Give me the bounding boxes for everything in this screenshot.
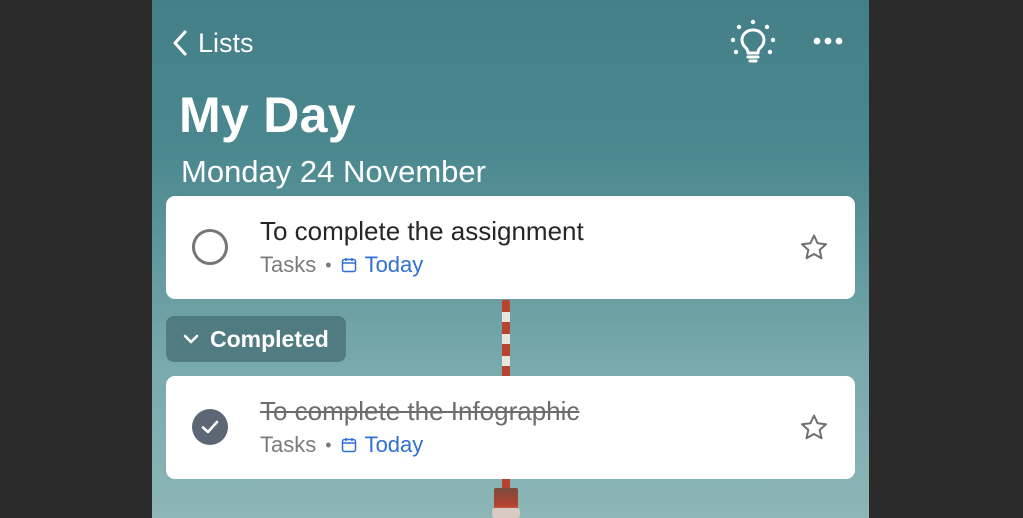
- task-meta: Tasks • Today: [260, 432, 423, 458]
- task-title: To complete the Infographic: [260, 396, 580, 426]
- task-list-name: Tasks: [260, 432, 317, 457]
- star-outline-icon[interactable]: [798, 232, 830, 264]
- calendar-icon: [341, 438, 356, 453]
- task-title: To complete the assignment: [260, 216, 584, 246]
- lightbulb-icon: [730, 19, 776, 63]
- task-meta: Tasks • Today: [260, 252, 423, 278]
- more-horizontal-icon: [813, 37, 843, 45]
- more-options-button[interactable]: [808, 28, 848, 54]
- uncomplete-task-checkbox[interactable]: [192, 409, 228, 445]
- completed-task-card[interactable]: To complete the Infographic Tasks • Toda…: [166, 376, 855, 479]
- chevron-down-icon: [183, 334, 199, 344]
- tower-platform-image: [492, 508, 520, 518]
- meta-separator: •: [325, 434, 332, 455]
- task-list-name: Tasks: [260, 252, 317, 277]
- suggestions-button[interactable]: [728, 18, 778, 66]
- task-due-date: Today: [364, 252, 424, 277]
- chevron-left-icon: [173, 30, 187, 56]
- screen-frame: Lists My Day Monday 24 November To compl…: [0, 0, 1023, 518]
- meta-separator: •: [325, 254, 332, 275]
- back-to-lists-button[interactable]: Lists: [170, 26, 254, 60]
- completed-section-toggle[interactable]: Completed: [166, 316, 346, 362]
- task-due-date: Today: [364, 432, 424, 457]
- complete-task-checkbox[interactable]: [192, 229, 228, 265]
- calendar-icon: [341, 258, 356, 273]
- checkmark-icon: [201, 420, 219, 434]
- back-label: Lists: [198, 27, 254, 58]
- task-card[interactable]: To complete the assignment Tasks • Today: [166, 196, 855, 299]
- page-title: My Day: [179, 87, 356, 143]
- completed-section-label: Completed: [210, 325, 329, 352]
- page-date: Monday 24 November: [181, 154, 486, 189]
- star-outline-icon[interactable]: [798, 412, 830, 444]
